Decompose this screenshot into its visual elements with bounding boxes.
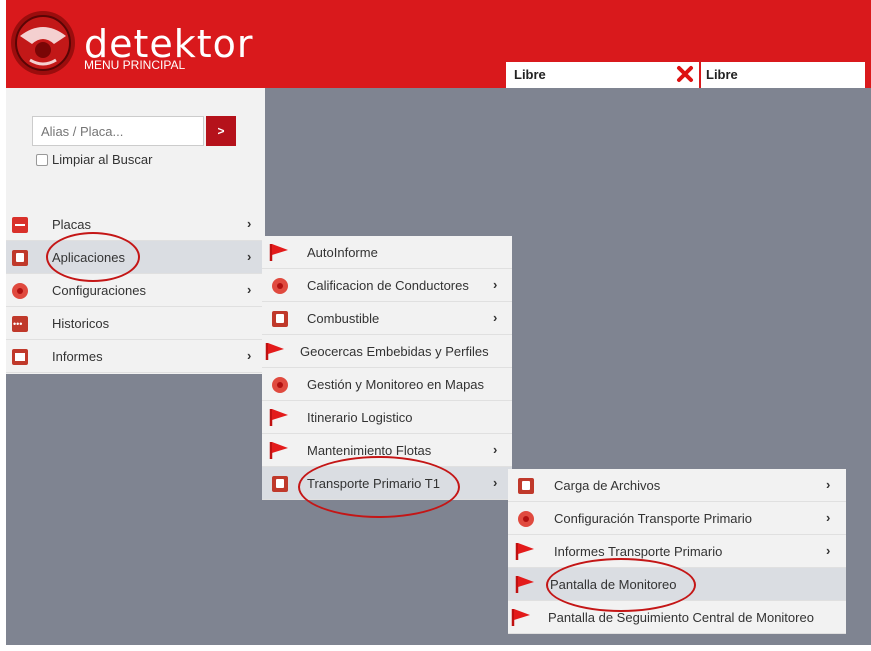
menu-item-label: Aplicaciones [52,250,125,265]
chevron-right-icon: › [493,277,498,292]
gear-icon [272,377,288,393]
apps-submenu: AutoInforme Calificacion de Conductores … [262,236,512,500]
menu-item-autoinforme[interactable]: AutoInforme [262,236,512,269]
menu-item-label: Carga de Archivos [554,478,661,493]
menu-item-informes-transporte-primario[interactable]: Informes Transporte Primario › [508,535,846,568]
search-button[interactable]: > [206,116,236,146]
chevron-right-icon: › [826,543,831,558]
menu-item-itinerario-logistico[interactable]: Itinerario Logistico [262,401,512,434]
search-input[interactable] [32,116,204,146]
menu-item-aplicaciones[interactable]: Aplicaciones › [6,241,265,274]
menu-item-label: Configuraciones [52,283,146,298]
menu-item-label: Pantalla de Seguimiento Central de Monit… [548,610,814,625]
flag-icon [511,609,530,626]
status-right-text: Libre [706,67,738,82]
menu-item-pantalla-seguimiento-central[interactable]: Pantalla de Seguimiento Central de Monit… [508,601,846,634]
transporte-primario-submenu: Carga de Archivos › Configuración Transp… [508,469,846,634]
menu-item-gestion-monitoreo-mapas[interactable]: Gestión y Monitoreo en Mapas [262,368,512,401]
search-panel: > Limpiar al Buscar [6,88,265,208]
menu-item-transporte-primario-t1[interactable]: Transporte Primario T1 › [262,467,512,500]
chevron-right-icon: › [826,510,831,525]
menu-item-label: Historicos [52,316,110,331]
gear-icon [518,511,534,527]
menu-item-label: Informes [52,349,103,364]
menu-item-label: Placas [52,217,92,232]
menu-item-label: Gestión y Monitoreo en Mapas [307,377,485,392]
menu-subtitle: MENU PRINCIPAL [84,58,186,72]
chevron-right-icon: › [493,475,498,490]
menu-item-label: Mantenimiento Flotas [307,443,432,458]
clear-on-search-option[interactable]: Limpiar al Buscar [36,152,152,167]
box-icon [518,478,534,494]
menu-item-informes[interactable]: Informes › [6,340,265,373]
menu-item-configuraciones[interactable]: Configuraciones › [6,274,265,307]
clear-checkbox[interactable] [36,153,48,166]
close-icon[interactable] [676,65,694,83]
menu-item-label: Geocercas Embebidas y Perfiles [300,344,489,359]
card-icon [12,217,28,233]
flag-icon [269,409,288,426]
main-menu: Placas › Aplicaciones › Configuraciones … [6,208,265,374]
menu-item-configuracion-transporte-primario[interactable]: Configuración Transporte Primario › [508,502,846,535]
dots-icon [12,316,28,332]
status-left-text: Libre [514,67,546,82]
chevron-right-icon: › [247,249,252,264]
menu-item-combustible[interactable]: Combustible › [262,302,512,335]
logo-icon [11,11,75,75]
chevron-right-icon: › [826,477,831,492]
menu-item-label: AutoInforme [307,245,378,260]
flag-icon [269,244,288,261]
menu-item-placas[interactable]: Placas › [6,208,265,241]
chevron-right-icon: › [247,282,252,297]
chevron-right-icon: › [493,310,498,325]
chevron-right-icon: › [247,348,252,363]
flag-icon [269,442,288,459]
menu-item-label: Informes Transporte Primario [554,544,723,559]
gear-icon [272,278,288,294]
menu-item-mantenimiento-flotas[interactable]: Mantenimiento Flotas › [262,434,512,467]
flag-icon [265,343,284,360]
chevron-right-icon: › [493,442,498,457]
brand-logo[interactable]: detektor MENU PRINCIPAL [8,8,258,88]
box-icon [272,311,288,327]
flag-icon [515,576,534,593]
menu-item-label: Itinerario Logistico [307,410,413,425]
menu-item-label: Combustible [307,311,380,326]
menu-item-calificacion-conductores[interactable]: Calificacion de Conductores › [262,269,512,302]
menu-item-carga-archivos[interactable]: Carga de Archivos › [508,469,846,502]
menu-item-label: Pantalla de Monitoreo [550,577,677,592]
chevron-right-icon: › [247,216,252,231]
menu-item-label: Configuración Transporte Primario [554,511,752,526]
menu-item-label: Calificacion de Conductores [307,278,469,293]
app-header: detektor MENU PRINCIPAL Libre Libre [6,0,871,88]
box-icon [272,476,288,492]
menu-item-pantalla-monitoreo[interactable]: Pantalla de Monitoreo [508,568,846,601]
box-icon [12,250,28,266]
folder-icon [12,349,28,365]
clear-label: Limpiar al Buscar [52,152,153,167]
menu-item-historicos[interactable]: Historicos [6,307,265,340]
status-bar: Libre Libre [506,62,865,88]
status-divider [699,62,701,88]
flag-icon [515,543,534,560]
menu-item-geocercas[interactable]: Geocercas Embebidas y Perfiles [262,335,512,368]
gear-icon [12,283,28,299]
menu-item-label: Transporte Primario T1 [307,476,440,491]
